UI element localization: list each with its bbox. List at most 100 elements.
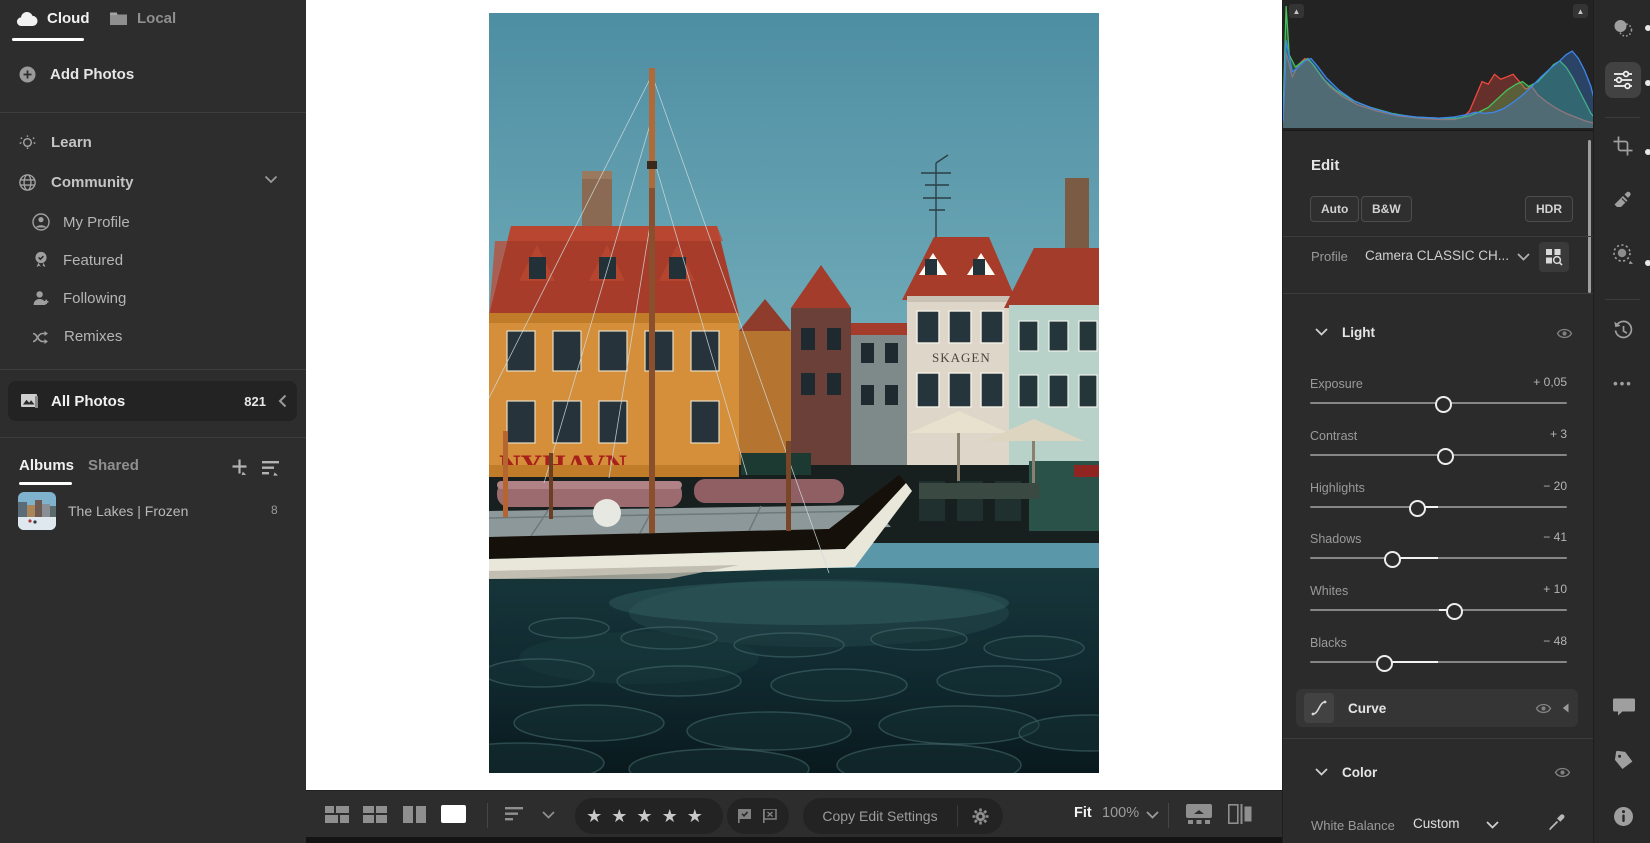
tab-shared[interactable]: Shared — [88, 457, 139, 474]
blacks-slider[interactable]: Blacks − 48 — [1310, 634, 1567, 670]
fit-label[interactable]: Fit — [1074, 805, 1092, 821]
edit-tool-button[interactable] — [1605, 62, 1641, 98]
color-section-title[interactable]: Color — [1342, 765, 1377, 780]
curve-row[interactable]: Curve — [1296, 689, 1578, 727]
white-balance-value[interactable]: Custom — [1413, 816, 1460, 831]
slider-track[interactable] — [1310, 557, 1567, 559]
slider-knob[interactable] — [1384, 551, 1401, 568]
star-rating[interactable]: ★★★★★ — [575, 798, 723, 834]
star-icon[interactable]: ★ — [687, 807, 712, 825]
slider-knob[interactable] — [1409, 500, 1426, 517]
sidebar-item-following[interactable]: Following — [31, 288, 126, 308]
left-sidebar: Cloud Local Add Photos Learn Community M… — [0, 0, 306, 843]
crop-tool-button[interactable] — [1605, 128, 1641, 164]
sort-albums-icon[interactable] — [261, 460, 283, 479]
sidebar-item-learn[interactable]: Learn — [17, 132, 92, 153]
panel-scrollbar[interactable] — [1588, 140, 1591, 293]
healing-tool-button[interactable] — [1605, 182, 1641, 218]
flag-reject-icon[interactable] — [763, 809, 778, 823]
chevron-down-icon[interactable] — [1315, 328, 1328, 336]
sidebar-item-label: Community — [51, 174, 134, 191]
light-section-title[interactable]: Light — [1342, 325, 1375, 340]
highlight-clipping-indicator[interactable]: ▲ — [1573, 4, 1588, 18]
star-icon[interactable]: ★ — [611, 807, 636, 825]
sidebar-item-my-profile[interactable]: My Profile — [31, 212, 130, 232]
eye-icon[interactable] — [1554, 766, 1571, 779]
slider-knob[interactable] — [1437, 448, 1454, 465]
sidebar-item-community[interactable]: Community — [17, 172, 134, 193]
highlights-slider[interactable]: Highlights − 20 — [1310, 479, 1567, 515]
star-icon[interactable]: ★ — [662, 807, 687, 825]
photos-icon — [20, 393, 39, 409]
collapse-left-icon[interactable] — [1562, 703, 1569, 713]
slider-track[interactable] — [1310, 506, 1567, 508]
mosaic-view-icon[interactable] — [325, 806, 349, 823]
folder-icon — [109, 11, 128, 26]
tab-cloud[interactable]: Cloud — [16, 10, 90, 27]
chevron-left-icon[interactable] — [278, 394, 287, 408]
before-after-icon[interactable] — [1228, 804, 1252, 824]
keywords-tag-button[interactable] — [1605, 742, 1641, 778]
slider-track[interactable] — [1310, 661, 1567, 663]
chevron-down-icon[interactable] — [1486, 821, 1499, 829]
sidebar-item-featured[interactable]: Featured — [31, 250, 123, 270]
slider-label: Highlights — [1310, 481, 1365, 495]
hdr-button[interactable]: HDR — [1525, 196, 1573, 222]
curve-icon[interactable] — [1304, 693, 1334, 723]
shadow-clipping-indicator[interactable]: ▲ — [1289, 4, 1304, 18]
photo-nyhavn[interactable]: NYHAVN SKAGEN — [489, 13, 1099, 773]
versions-history-button[interactable] — [1605, 312, 1641, 348]
comments-button[interactable] — [1605, 689, 1641, 725]
eyedropper-icon[interactable] — [1547, 810, 1569, 832]
sort-icon[interactable] — [505, 807, 525, 821]
grid-view-icon[interactable] — [363, 806, 387, 823]
slider-knob[interactable] — [1446, 603, 1463, 620]
chevron-down-icon[interactable] — [1146, 811, 1159, 819]
copy-edit-settings-button[interactable]: Copy Edit Settings — [803, 808, 957, 824]
all-photos-item[interactable]: All Photos 821 — [8, 381, 297, 421]
zoom-value[interactable]: 100% — [1102, 805, 1139, 821]
chevron-down-icon[interactable] — [1517, 253, 1530, 261]
filmstrip-toggle-icon[interactable] — [1186, 804, 1212, 824]
masking-tool-button[interactable] — [1605, 236, 1641, 272]
add-photos-button[interactable]: Add Photos — [19, 66, 134, 83]
presets-profiles-button[interactable] — [1605, 10, 1641, 46]
album-list-item[interactable]: The Lakes | Frozen — [18, 492, 188, 530]
star-icon[interactable]: ★ — [636, 807, 661, 825]
gear-icon[interactable] — [958, 807, 1003, 826]
chevron-down-icon[interactable] — [542, 811, 555, 819]
add-album-icon[interactable] — [231, 458, 251, 479]
chevron-down-icon[interactable] — [264, 175, 278, 184]
contrast-slider[interactable]: Contrast + 3 — [1310, 427, 1567, 463]
flag-pick-icon[interactable] — [738, 809, 753, 823]
rating-stars[interactable]: ★★★★★ — [586, 807, 712, 825]
bw-button[interactable]: B&W — [1361, 196, 1412, 222]
whites-slider[interactable]: Whites + 10 — [1310, 582, 1567, 618]
slider-value: + 3 — [1550, 427, 1567, 441]
tab-albums[interactable]: Albums — [19, 457, 74, 474]
tab-local[interactable]: Local — [109, 10, 176, 27]
follow-person-icon — [31, 288, 51, 308]
sidebar-item-remixes[interactable]: Remixes — [31, 328, 122, 345]
compare-view-icon[interactable] — [403, 806, 426, 823]
more-tools-button[interactable]: ••• — [1605, 365, 1641, 401]
featured-badge-icon — [31, 250, 51, 270]
profile-value[interactable]: Camera CLASSIC CH... — [1365, 248, 1509, 263]
tab-cloud-label: Cloud — [47, 10, 90, 27]
auto-button[interactable]: Auto — [1310, 196, 1359, 222]
slider-knob[interactable] — [1376, 655, 1393, 672]
slider-knob[interactable] — [1435, 396, 1452, 413]
detail-view-icon[interactable] — [441, 805, 466, 823]
sidebar-item-label: Following — [63, 290, 126, 307]
eye-icon[interactable] — [1556, 327, 1573, 340]
shadows-slider[interactable]: Shadows − 41 — [1310, 530, 1567, 566]
slider-label: Contrast — [1310, 429, 1357, 443]
eye-icon[interactable] — [1535, 702, 1552, 715]
profile-browser-button[interactable] — [1539, 242, 1569, 272]
star-icon[interactable]: ★ — [586, 807, 611, 825]
info-button[interactable] — [1605, 798, 1641, 834]
more-dots-icon: ••• — [1613, 376, 1633, 391]
histogram[interactable]: ▲ ▲ — [1283, 0, 1594, 131]
chevron-down-icon[interactable] — [1315, 768, 1328, 776]
exposure-slider[interactable]: Exposure + 0,05 — [1310, 375, 1567, 411]
